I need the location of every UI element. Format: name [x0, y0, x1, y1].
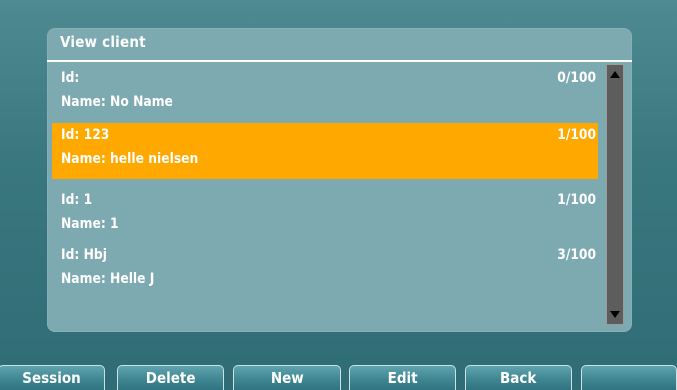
client-row[interactable]: Id: 1 Name: 1 1/100 — [52, 188, 598, 244]
client-row[interactable]: Id: Name: No Name 0/100 — [52, 66, 598, 122]
softkey-bar: Session Delete New Edit Back — [0, 362, 677, 390]
session-button-label: Session — [22, 369, 81, 387]
triangle-up-icon[interactable] — [610, 71, 620, 78]
new-button[interactable]: New — [233, 365, 341, 390]
client-name: Name: 1 — [61, 216, 119, 232]
client-count: 1/100 — [557, 192, 596, 208]
client-row-selected[interactable]: Id: 123 Name: helle nielsen 1/100 — [52, 123, 598, 179]
view-client-panel: View client Id: Name: No Name 0/100 Id: … — [47, 28, 632, 332]
client-count: 3/100 — [557, 247, 596, 263]
client-name: Name: No Name — [61, 94, 173, 110]
client-id: Id: — [61, 70, 80, 86]
client-row[interactable]: Id: Hbj Name: Helle J 3/100 — [52, 243, 598, 299]
client-id: Id: 1 — [61, 192, 93, 208]
list-scrollbar[interactable] — [606, 64, 624, 325]
client-count: 0/100 — [557, 70, 596, 86]
client-name: Name: helle nielsen — [61, 151, 199, 167]
delete-button[interactable]: Delete — [117, 365, 224, 390]
back-button-label: Back — [500, 369, 537, 387]
edit-button-label: Edit — [387, 369, 418, 387]
edit-button[interactable]: Edit — [349, 365, 456, 390]
client-id: Id: Hbj — [61, 247, 107, 263]
new-button-label: New — [270, 369, 304, 387]
title-divider — [47, 60, 632, 62]
client-list: Id: Name: No Name 0/100 Id: 123 Name: he… — [52, 66, 598, 328]
back-button[interactable]: Back — [465, 365, 572, 390]
session-button[interactable]: Session — [0, 365, 105, 390]
delete-button-label: Delete — [145, 369, 196, 387]
triangle-down-icon[interactable] — [610, 311, 620, 318]
client-name: Name: Helle J — [61, 271, 155, 287]
client-count: 1/100 — [557, 127, 596, 143]
blank-softkey[interactable] — [581, 365, 677, 390]
client-id: Id: 123 — [61, 127, 110, 143]
panel-title: View client — [60, 33, 146, 51]
